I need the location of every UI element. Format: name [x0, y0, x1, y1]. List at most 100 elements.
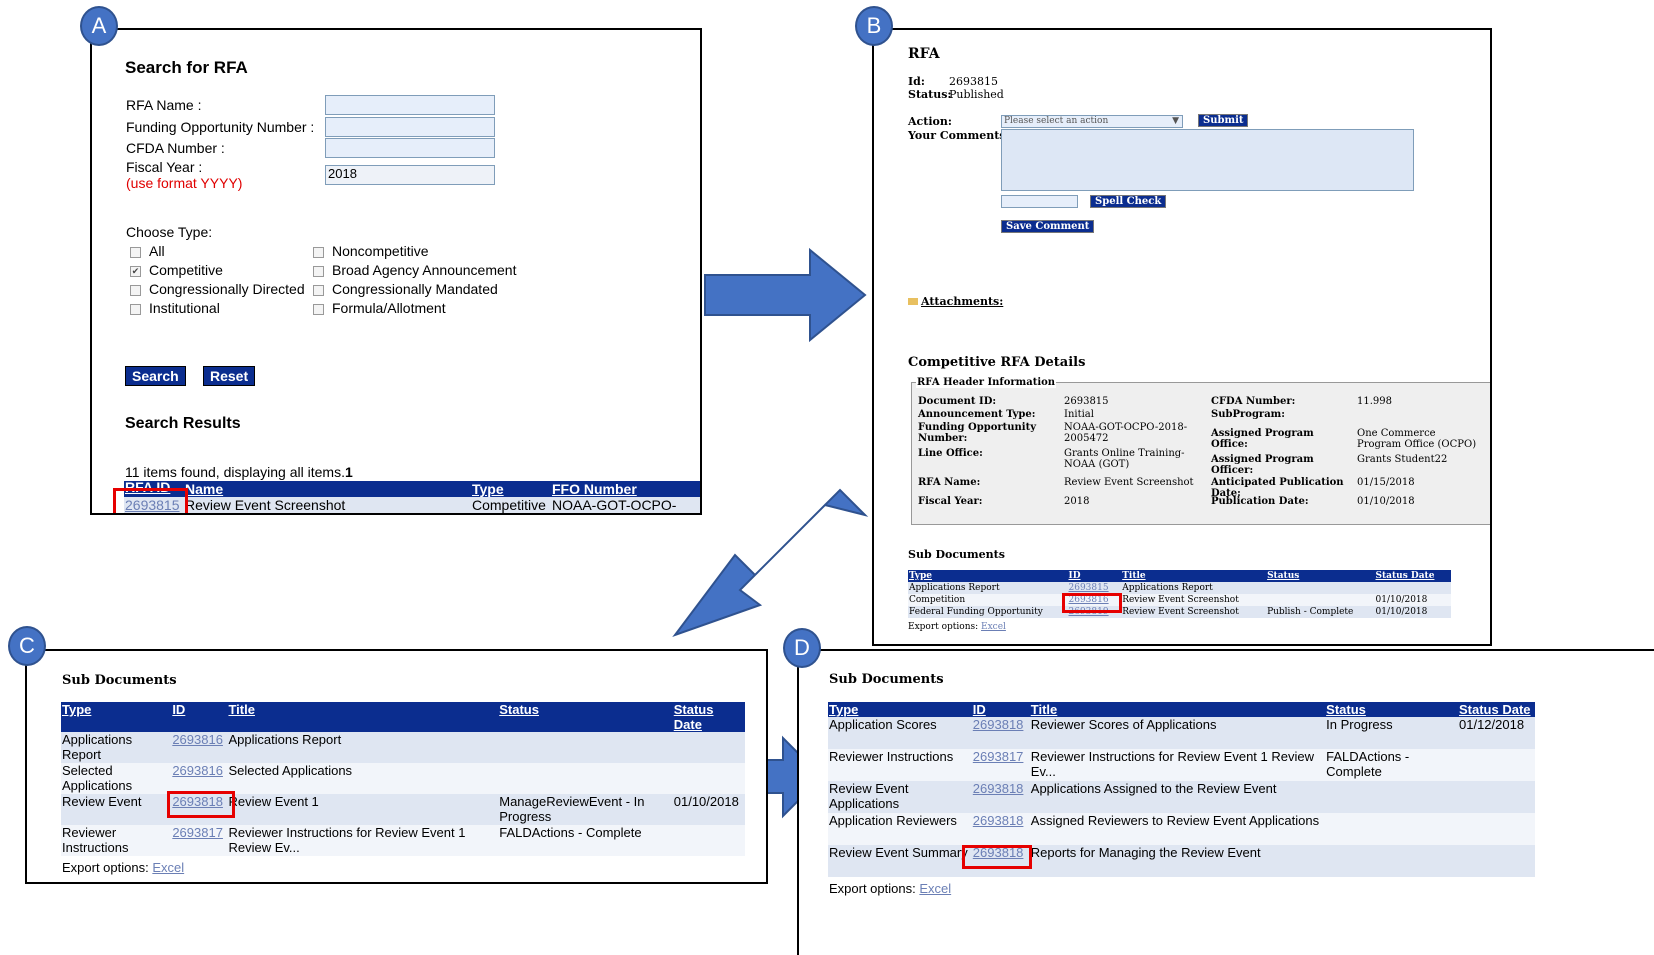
col-title[interactable]: Title	[227, 702, 499, 732]
col-type[interactable]: Type	[828, 702, 972, 717]
badge-b: B	[855, 6, 893, 46]
table-row[interactable]: Application Scores 2693818 Reviewer Scores…	[828, 717, 1535, 749]
checkbox[interactable]	[313, 265, 324, 277]
col-status-date[interactable]: Status Date	[1374, 570, 1451, 582]
col-name[interactable]: Name	[184, 481, 471, 497]
detail-label: Assigned Program Officer:	[1211, 454, 1314, 476]
attachments-link[interactable]: Attachments:	[908, 295, 1003, 308]
sub-documents-table: Type ID Title Status Status Date Application …	[828, 702, 1535, 877]
excel-export-link[interactable]: Excel	[152, 860, 184, 875]
table-row[interactable]: Applications Report 2693815 Applications R…	[908, 582, 1451, 594]
chevron-down-icon[interactable]: ▼	[1172, 116, 1179, 127]
table-row[interactable]: Federal Funding Opportunity 2693819 Review…	[908, 606, 1451, 618]
format-hint: (use format YYYY)	[126, 175, 243, 191]
col-type[interactable]: Type	[471, 481, 551, 497]
id-label: Id:	[908, 75, 925, 88]
checkbox[interactable]	[130, 303, 141, 315]
excel-export-link[interactable]: Excel	[919, 881, 951, 896]
document-id-link[interactable]: 2693816	[171, 763, 227, 794]
badge-a: A	[80, 6, 118, 46]
cell-type: Application Reviewers	[829, 813, 957, 828]
panel-b-rfa-details: RFA Id: 2693815 Status: Published Action…	[872, 28, 1492, 646]
search-button[interactable]: Search	[125, 366, 186, 386]
cell-type: Reviewer Instructions	[62, 825, 129, 855]
submit-button[interactable]: Submit	[1198, 114, 1249, 127]
checkbox[interactable]	[313, 284, 324, 296]
type-checkbox-congressionally-directed[interactable]: Congressionally Directed	[130, 281, 305, 297]
table-row[interactable]: Review Event 2693818 Review Event 1 ManageR…	[61, 794, 745, 825]
col-status-date[interactable]: Status Date	[1458, 702, 1535, 717]
search-results-table: RFA ID Name Type FFO Number 2693815 Revi…	[124, 481, 700, 513]
table-row[interactable]: Reviewer Instructions 2693817 Reviewer Ins…	[828, 749, 1535, 781]
comments-textarea[interactable]	[1001, 129, 1414, 191]
fiscal-year-input[interactable]: 2018	[325, 165, 495, 185]
action-select[interactable]: Please select an action ▼	[1001, 115, 1183, 128]
document-id-link[interactable]: 2693818	[972, 717, 1030, 749]
checkbox[interactable]	[130, 284, 141, 296]
cell-date	[1458, 749, 1535, 781]
type-checkbox-competitive[interactable]: ✔ Competitive	[130, 262, 223, 278]
col-ffo-number[interactable]: FFO Number	[551, 481, 700, 497]
highlight-box	[167, 791, 235, 818]
col-status-date[interactable]: Status Date	[672, 702, 745, 732]
cell-title: Reports for Managing the Review Event	[1030, 845, 1261, 860]
table-row[interactable]: Selected Applications 2693816 Selected App…	[61, 763, 745, 794]
reset-button[interactable]: Reset	[203, 366, 256, 386]
checkbox[interactable]	[313, 303, 324, 315]
table-row[interactable]: Reviewer Instructions 2693817 Reviewer Ins…	[61, 825, 745, 856]
col-status[interactable]: Status	[498, 702, 673, 732]
highlight-box	[962, 845, 1032, 869]
col-title[interactable]: Title	[1029, 702, 1326, 717]
detail-label: RFA Name:	[918, 477, 981, 488]
detail-value: Grants Online Training-NOAA (GOT)	[1064, 448, 1185, 470]
spell-check-button[interactable]: Spell Check	[1090, 195, 1167, 208]
cell-date	[1458, 845, 1535, 877]
checkbox[interactable]	[130, 246, 141, 258]
col-id[interactable]: ID	[171, 702, 228, 732]
highlight-box	[113, 488, 188, 513]
type-checkbox-congressionally-mandated[interactable]: Congressionally Mandated	[313, 281, 498, 297]
col-title[interactable]: Title	[1121, 570, 1267, 582]
cfda-number-label: CFDA Number :	[126, 140, 225, 156]
cell-type: Selected Applications	[62, 763, 133, 793]
cfda-number-input[interactable]	[325, 138, 495, 158]
save-comment-button[interactable]: Save Comment	[1001, 220, 1095, 233]
action-label: Action:	[908, 115, 952, 128]
col-id[interactable]: ID	[971, 702, 1030, 717]
excel-export-link[interactable]: Excel	[981, 622, 1006, 632]
type-checkbox-all[interactable]: All	[130, 243, 165, 259]
rfa-name-input[interactable]	[325, 95, 495, 115]
cell-title: Applications Assigned to the Review Even…	[1030, 781, 1277, 796]
checkbox[interactable]	[313, 246, 324, 258]
comments-label: Your Comments:	[908, 129, 1010, 142]
type-checkbox-noncompetitive[interactable]: Noncompetitive	[313, 243, 429, 259]
results-page[interactable]: 1	[345, 464, 353, 480]
document-id-link[interactable]: 2693817	[972, 749, 1030, 781]
detail-label: SubProgram:	[1211, 409, 1285, 420]
export-options: Export options: Excel	[62, 860, 185, 875]
col-type[interactable]: Type	[908, 570, 1068, 582]
type-checkbox-broad-agency[interactable]: Broad Agency Announcement	[313, 262, 516, 278]
document-id-link[interactable]: 2693817	[171, 825, 227, 856]
col-status[interactable]: Status	[1266, 570, 1375, 582]
panel-a-search-rfa: Search for RFA RFA Name : Funding Opport…	[90, 28, 702, 515]
spell-check-input[interactable]	[1001, 195, 1078, 208]
cell-title: Reviewer Instructions for Review Event 1…	[228, 825, 466, 855]
table-row[interactable]: Review Event Summary 2693818 Reports for M…	[828, 845, 1535, 877]
table-row[interactable]: Application Reviewers 2693818 Assigned Rev…	[828, 813, 1535, 845]
checkbox-checked[interactable]: ✔	[130, 265, 141, 277]
col-id[interactable]: ID	[1067, 570, 1122, 582]
col-type[interactable]: Type	[61, 702, 172, 732]
document-id-link[interactable]: 2693818	[972, 813, 1030, 845]
col-status[interactable]: Status	[1325, 702, 1458, 717]
type-checkbox-formula-allotment[interactable]: Formula/Allotment	[313, 300, 446, 316]
document-id-link[interactable]: 2693818	[972, 781, 1030, 813]
table-row[interactable]: Review Event Applications 2693818 Applicat…	[828, 781, 1535, 813]
cell-title: Reviewer Instructions for Review Event 1…	[1030, 749, 1315, 779]
table-row[interactable]: Competition 2693816 Review Event Screensho…	[908, 594, 1451, 606]
type-checkbox-institutional[interactable]: Institutional	[130, 300, 220, 316]
table-row[interactable]: Applications Report 2693816 Applications R…	[61, 732, 745, 763]
table-row[interactable]: 2693815 Review Event Screenshot Competit…	[124, 497, 700, 513]
document-id-link[interactable]: 2693816	[171, 732, 227, 763]
funding-opportunity-input[interactable]	[325, 117, 495, 137]
